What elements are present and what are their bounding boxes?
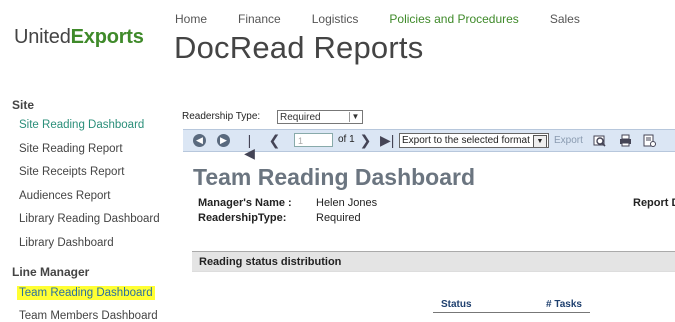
readership-type-value: Required (280, 112, 321, 123)
table-header-divider (433, 312, 590, 313)
section-header: Reading status distribution (192, 251, 675, 272)
sidebar-item-team-members-dashboard[interactable]: Team Members Dashboard (19, 310, 158, 322)
manager-name-label: Manager's Name : (198, 197, 292, 209)
sidebar-item-site-reading-dashboard[interactable]: Site Reading Dashboard (19, 119, 144, 131)
last-page-icon[interactable]: ▶| (380, 133, 394, 147)
sidebar-item-audiences-report[interactable]: Audiences Report (19, 190, 110, 202)
sidebar-heading-site: Site (12, 98, 35, 112)
email-icon[interactable] (643, 134, 656, 147)
report-toolbar: ◀ ▶ |◀ ❮ 1 of 1 ❯ ▶| Export to the selec… (183, 129, 675, 160)
readership-type-label: Readership Type: (182, 111, 261, 122)
readership-type-report-label: ReadershipType: (198, 212, 287, 224)
nav-item-home[interactable]: Home (175, 12, 207, 26)
page-number-input[interactable]: 1 (294, 133, 333, 147)
readership-type-report-value: Required (316, 212, 361, 224)
brand-name-regular: United (14, 26, 71, 48)
forward-circle-icon[interactable]: ▶ (217, 134, 230, 147)
page-title: DocRead Reports (174, 30, 424, 65)
section-title: Reading status distribution (199, 256, 342, 268)
sidebar-item-site-reading-report[interactable]: Site Reading Report (19, 143, 123, 155)
zoom-icon[interactable] (593, 134, 606, 147)
top-navigation: Home Finance Logistics Policies and Proc… (175, 12, 611, 26)
export-format-select[interactable]: Export to the selected format ▼ (399, 133, 549, 148)
nav-item-sales[interactable]: Sales (550, 12, 580, 26)
report-date-label: Report D (633, 197, 675, 209)
back-circle-icon[interactable]: ◀ (193, 134, 206, 147)
brand-logo[interactable]: UnitedExports (14, 26, 144, 49)
chevron-down-icon: ▼ (349, 112, 361, 122)
manager-name-value: Helen Jones (316, 197, 378, 209)
chevron-down-icon: ▼ (533, 135, 547, 147)
sidebar-item-library-dashboard[interactable]: Library Dashboard (19, 237, 114, 249)
page-count: of 1 (338, 134, 355, 145)
prev-page-icon[interactable]: ❮ (268, 133, 281, 147)
nav-item-logistics[interactable]: Logistics (312, 12, 359, 26)
sidebar-heading-line-manager: Line Manager (12, 265, 90, 279)
readership-type-select[interactable]: Required ▼ (277, 110, 363, 124)
sidebar-item-team-reading-dashboard[interactable]: Team Reading Dashboard (17, 286, 155, 300)
next-page-icon[interactable]: ❯ (359, 133, 372, 147)
print-icon[interactable] (619, 134, 632, 147)
sidebar-item-site-receipts-report[interactable]: Site Receipts Report (19, 166, 124, 178)
report-title: Team Reading Dashboard (193, 164, 476, 190)
first-page-icon[interactable]: |◀ (243, 133, 256, 160)
export-format-value: Export to the selected format (402, 135, 530, 146)
sidebar-item-library-reading-dashboard[interactable]: Library Reading Dashboard (19, 213, 160, 225)
column-header-tasks: # Tasks (546, 299, 582, 310)
column-header-status: Status (441, 299, 472, 310)
export-button[interactable]: Export (554, 135, 583, 146)
brand-name-bold: Exports (70, 26, 144, 48)
nav-item-policies[interactable]: Policies and Procedures (389, 12, 518, 26)
nav-item-finance[interactable]: Finance (238, 12, 281, 26)
